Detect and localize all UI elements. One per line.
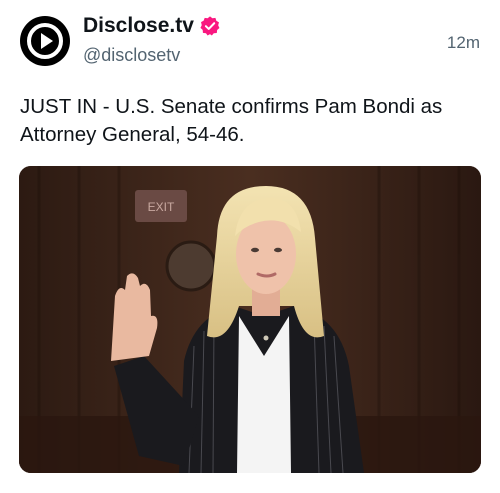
avatar[interactable] — [20, 16, 70, 66]
post-text: JUST IN - U.S. Senate confirms Pam Bondi… — [20, 95, 443, 146]
display-name[interactable]: Disclose.tv — [83, 14, 194, 38]
name-row: Disclose.tv — [83, 14, 221, 38]
photo-content: EXIT — [19, 166, 481, 473]
verified-badge-icon — [200, 16, 220, 36]
post-image[interactable]: EXIT — [19, 166, 481, 473]
play-icon — [27, 23, 63, 59]
handle[interactable]: @disclosetv — [83, 45, 180, 66]
timestamp[interactable]: 12m — [447, 33, 480, 53]
post-card[interactable]: Disclose.tv @disclosetv 12m JUST IN - U.… — [0, 0, 500, 493]
svg-text:EXIT: EXIT — [148, 200, 175, 214]
